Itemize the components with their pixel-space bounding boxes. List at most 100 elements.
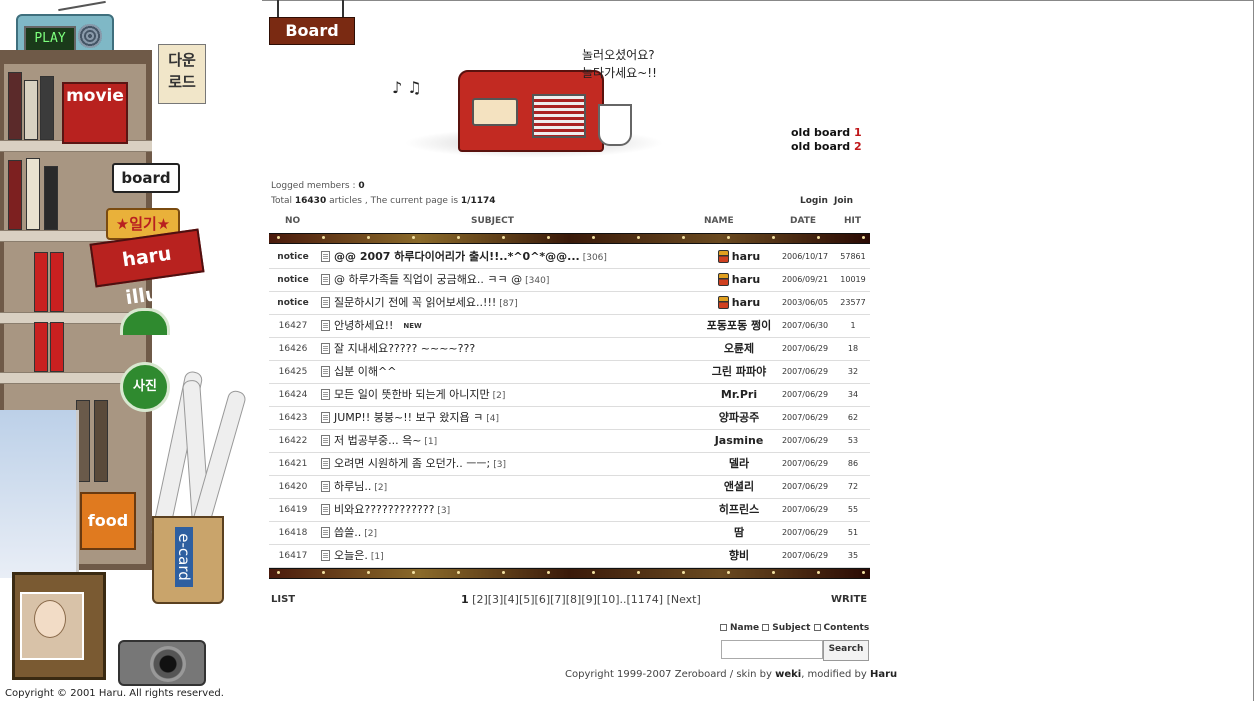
subject-link[interactable]: 하루님.. bbox=[334, 480, 371, 493]
write-button[interactable]: WRITE bbox=[831, 594, 867, 605]
board-link[interactable]: board bbox=[112, 163, 180, 193]
filter-name-checkbox[interactable] bbox=[720, 624, 727, 631]
download-link[interactable]: 다운 로드 bbox=[158, 44, 206, 104]
author-name[interactable]: 오륜제 bbox=[724, 342, 754, 355]
author-name[interactable]: 앤셜리 bbox=[724, 480, 754, 493]
author-name[interactable]: 델라 bbox=[729, 457, 749, 470]
old-board-1-link[interactable]: old board 1 bbox=[791, 126, 862, 139]
page-link[interactable]: [1174] bbox=[627, 593, 664, 606]
page-link[interactable]: [10] bbox=[597, 593, 620, 606]
search-button[interactable]: Search bbox=[823, 640, 869, 661]
page-link[interactable]: [4] bbox=[503, 593, 519, 606]
column-no[interactable]: NO bbox=[285, 216, 300, 226]
page-link[interactable]: [Next] bbox=[663, 593, 701, 606]
subject-link[interactable]: JUMP!! 붕붕~!! 보구 왔지욥 ㅋ bbox=[334, 411, 483, 424]
row-subject[interactable]: 안녕하세요!! NEW bbox=[321, 315, 671, 337]
photo-link[interactable]: 사진 bbox=[120, 362, 170, 412]
row-subject[interactable]: 비와요???????????? [3] bbox=[321, 499, 671, 521]
row-subject[interactable]: 저 법공부중... 윽~ [1] bbox=[321, 430, 671, 452]
column-date[interactable]: DATE bbox=[790, 216, 816, 226]
row-number: 16425 bbox=[278, 367, 308, 377]
table-row[interactable]: notice @ 하루가족들 직업이 궁금해요.. ㅋㅋ @ [340] haru 20… bbox=[269, 269, 870, 292]
join-link[interactable]: Join bbox=[834, 196, 853, 206]
subject-link[interactable]: 씁쓸.. bbox=[334, 526, 361, 539]
subject-link[interactable]: 안녕하세요!! bbox=[334, 319, 393, 332]
page-link[interactable]: [8] bbox=[566, 593, 582, 606]
row-subject[interactable]: @ 하루가족들 직업이 궁금해요.. ㅋㅋ @ [340] bbox=[321, 269, 671, 291]
table-row[interactable]: 16427 안녕하세요!! NEW 포동포동 쩡이 2007/06/30 1 bbox=[269, 315, 870, 338]
row-subject[interactable]: @@ 2007 하루다이어리가 출시!!..*^0^*@@... [306] bbox=[321, 246, 671, 268]
author-name[interactable]: haru bbox=[732, 296, 761, 309]
author-name[interactable]: Jasmine bbox=[715, 434, 764, 447]
author-name[interactable]: 포동포동 쩡이 bbox=[707, 319, 772, 332]
member-level-icon bbox=[717, 295, 729, 309]
table-row[interactable]: 16418 씁쓸.. [2] 땀 2007/06/29 51 bbox=[269, 522, 870, 545]
author-name[interactable]: 히프린스 bbox=[719, 503, 759, 516]
modifier-link[interactable]: Haru bbox=[870, 669, 897, 680]
subject-link[interactable]: 오려면 시원하게 좀 오던가.. ㅡㅡ; bbox=[334, 457, 490, 470]
row-subject[interactable]: 오려면 시원하게 좀 오던가.. ㅡㅡ; [3] bbox=[321, 453, 671, 475]
subject-link[interactable]: @@ 2007 하루다이어리가 출시!!..*^0^*@@... bbox=[334, 250, 580, 263]
row-subject[interactable]: 잘 지내세요????? ~~~~??? bbox=[321, 338, 671, 360]
filter-name-option[interactable]: Name bbox=[720, 623, 759, 633]
column-name[interactable]: NAME bbox=[704, 216, 734, 226]
author-name[interactable]: haru bbox=[732, 250, 761, 263]
author-name[interactable]: 향비 bbox=[729, 549, 749, 562]
login-link[interactable]: Login bbox=[800, 196, 828, 206]
subject-link[interactable]: 비와요???????????? bbox=[334, 503, 434, 516]
row-subject[interactable]: 씁쓸.. [2] bbox=[321, 522, 671, 544]
table-row[interactable]: 16420 하루님.. [2] 앤셜리 2007/06/29 72 bbox=[269, 476, 870, 499]
movie-link[interactable]: movie bbox=[62, 82, 128, 144]
table-row[interactable]: notice @@ 2007 하루다이어리가 출시!!..*^0^*@@... [3… bbox=[269, 246, 870, 269]
subject-link[interactable]: 저 법공부중... 윽~ bbox=[334, 434, 421, 447]
table-row[interactable]: 16417 오늘은. [1] 향비 2007/06/29 35 bbox=[269, 545, 870, 568]
page-link[interactable]: [7] bbox=[550, 593, 566, 606]
table-row[interactable]: 16424 모든 일이 뜻한바 되는게 아니지만 [2] Mr.Pri 2007/06/… bbox=[269, 384, 870, 407]
comment-count: [340] bbox=[525, 276, 550, 286]
page-link[interactable]: [9] bbox=[581, 593, 597, 606]
table-row[interactable]: 16421 오려면 시원하게 좀 오던가.. ㅡㅡ; [3] 델라 2007/06/29… bbox=[269, 453, 870, 476]
table-row[interactable]: 16422 저 법공부중... 윽~ [1] Jasmine 2007/06/29 53 bbox=[269, 430, 870, 453]
filter-subject-checkbox[interactable] bbox=[762, 624, 770, 631]
ecard-link[interactable]: e-card bbox=[175, 527, 193, 587]
food-link[interactable]: food bbox=[80, 492, 136, 550]
author-name[interactable]: 그린 파파야 bbox=[712, 365, 766, 378]
row-subject[interactable]: 하루님.. [2] bbox=[321, 476, 671, 498]
row-subject[interactable]: 모든 일이 뜻한바 되는게 아니지만 [2] bbox=[321, 384, 671, 406]
skin-author-link[interactable]: weki bbox=[775, 669, 801, 680]
row-subject[interactable]: 십분 이해^^ bbox=[321, 361, 671, 383]
table-row[interactable]: 16423 JUMP!! 붕붕~!! 보구 왔지욥 ㅋ [4] 양파공주 2007/06… bbox=[269, 407, 870, 430]
row-number: 16422 bbox=[278, 436, 308, 446]
author-name[interactable]: 땀 bbox=[734, 526, 744, 539]
subject-link[interactable]: 십분 이해^^ bbox=[334, 365, 396, 378]
author-name[interactable]: 양파공주 bbox=[719, 411, 759, 424]
author-name[interactable]: haru bbox=[732, 273, 761, 286]
subject-link[interactable]: @ 하루가족들 직업이 궁금해요.. ㅋㅋ @ bbox=[334, 273, 522, 286]
list-button[interactable]: LIST bbox=[271, 594, 295, 605]
page-link[interactable]: [3] bbox=[488, 593, 504, 606]
column-subject[interactable]: SUBJECT bbox=[471, 216, 514, 226]
rail-rivet bbox=[457, 571, 460, 574]
page-link[interactable]: [2] bbox=[472, 593, 488, 606]
page-link[interactable]: [5] bbox=[519, 593, 535, 606]
subject-link[interactable]: 질문하시기 전에 꼭 읽어보세요..!!! bbox=[334, 296, 496, 309]
table-row[interactable]: 16426 잘 지내세요????? ~~~~??? 오륜제 2007/06/29 18 bbox=[269, 338, 870, 361]
row-subject[interactable]: 질문하시기 전에 꼭 읽어보세요..!!! [87] bbox=[321, 292, 671, 314]
table-row[interactable]: notice 질문하시기 전에 꼭 읽어보세요..!!! [87] haru 2003/… bbox=[269, 292, 870, 315]
old-board-2-link[interactable]: old board 2 bbox=[791, 140, 862, 153]
filter-subject-option[interactable]: Subject bbox=[762, 623, 810, 633]
row-subject[interactable]: JUMP!! 붕붕~!! 보구 왔지욥 ㅋ [4] bbox=[321, 407, 671, 429]
filter-contents-checkbox[interactable] bbox=[813, 624, 821, 631]
search-input[interactable] bbox=[721, 640, 823, 659]
table-row[interactable]: 16419 비와요???????????? [3] 히프린스 2007/06/29 55 bbox=[269, 499, 870, 522]
subject-link[interactable]: 오늘은. bbox=[334, 549, 368, 562]
table-row[interactable]: 16425 십분 이해^^ 그린 파파야 2007/06/29 32 bbox=[269, 361, 870, 384]
author-name[interactable]: Mr.Pri bbox=[721, 388, 757, 401]
page-link[interactable]: [6] bbox=[535, 593, 551, 606]
column-hit[interactable]: HIT bbox=[844, 216, 861, 226]
row-subject[interactable]: 오늘은. [1] bbox=[321, 545, 671, 567]
play-label[interactable]: PLAY bbox=[24, 26, 76, 52]
filter-contents-option[interactable]: Contents bbox=[813, 623, 869, 633]
subject-link[interactable]: 모든 일이 뜻한바 되는게 아니지만 bbox=[334, 388, 490, 401]
subject-link[interactable]: 잘 지내세요????? ~~~~??? bbox=[334, 342, 475, 355]
